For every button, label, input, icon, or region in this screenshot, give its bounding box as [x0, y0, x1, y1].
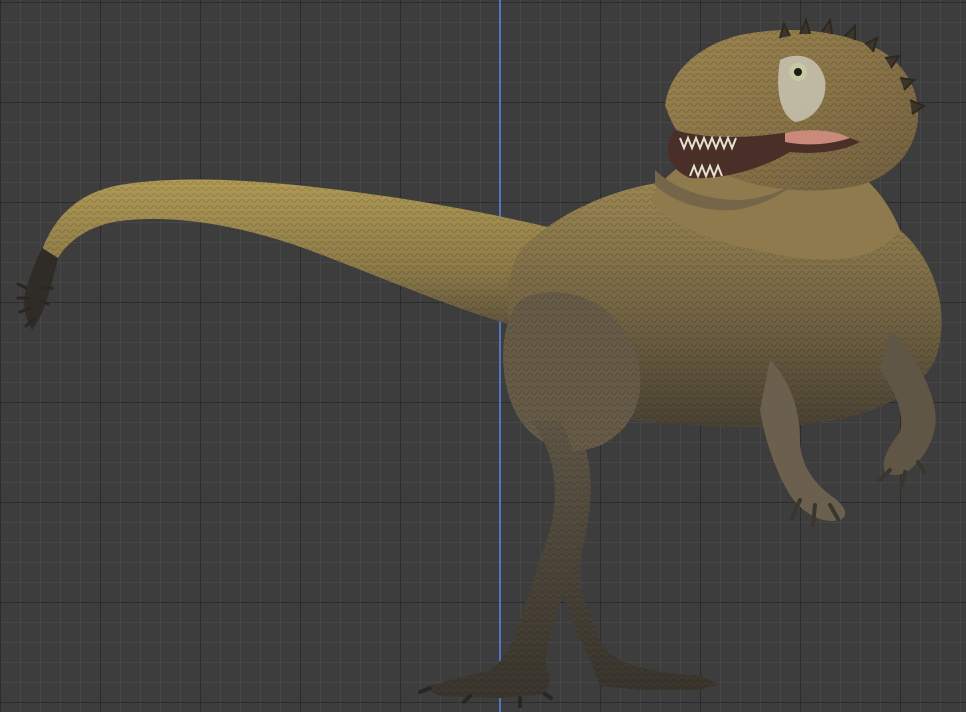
dinosaur-model[interactable] — [0, 0, 966, 712]
3d-viewport[interactable] — [0, 0, 966, 712]
